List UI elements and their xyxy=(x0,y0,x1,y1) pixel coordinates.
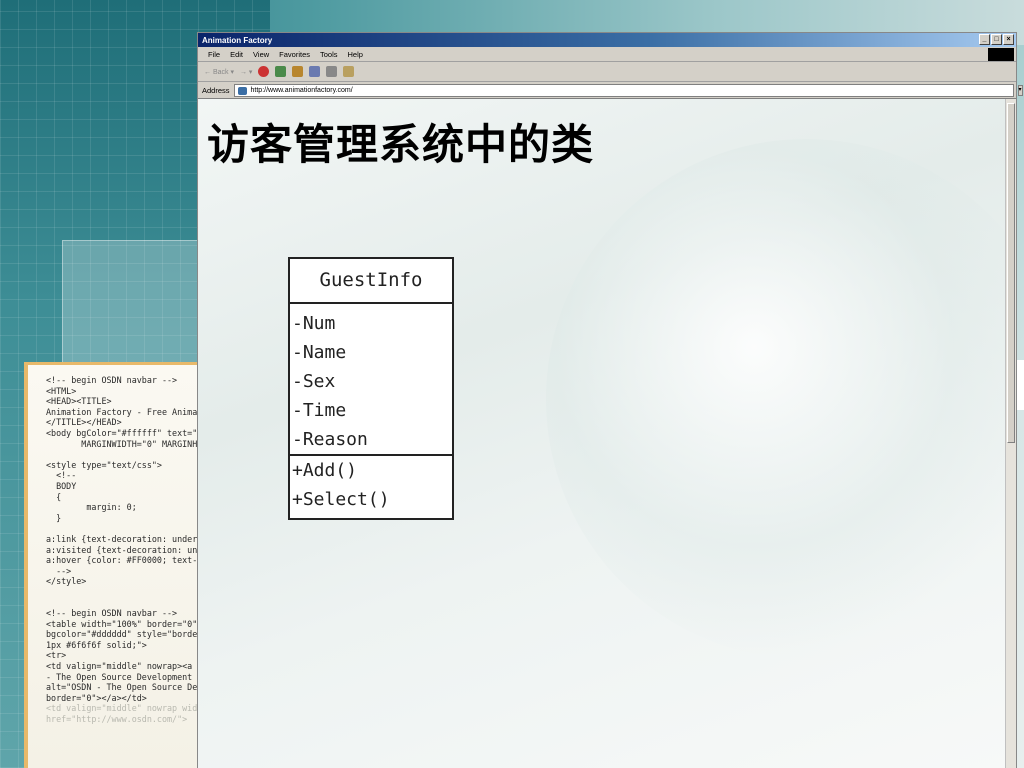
uml-attributes: -Num -Name -Sex -Time -Reason xyxy=(290,304,452,456)
menu-help[interactable]: Help xyxy=(348,50,363,59)
uml-attribute: -Time xyxy=(292,400,347,421)
menu-file[interactable]: File xyxy=(208,50,220,59)
mail-icon[interactable] xyxy=(343,66,355,77)
address-label: Address xyxy=(202,85,230,95)
menu-favorites[interactable]: Favorites xyxy=(279,50,310,59)
menu-view[interactable]: View xyxy=(253,50,269,59)
uml-operation: +Add() xyxy=(292,460,358,481)
uml-attribute: -Num xyxy=(292,313,336,334)
slide-title: 访客管理系统中的类 xyxy=(207,120,595,169)
toolbar: ← Back ▾ → ▾ xyxy=(198,62,1016,82)
back-label: Back xyxy=(212,68,229,76)
uml-operations: +Add() +Select() xyxy=(290,456,452,514)
vertical-scrollbar[interactable] xyxy=(1005,99,1016,768)
refresh-icon[interactable] xyxy=(275,66,287,77)
uml-attribute: -Sex xyxy=(292,371,336,392)
menu-bar: File Edit View Favorites Tools Help xyxy=(198,47,1016,62)
uml-attribute: -Reason xyxy=(292,429,368,450)
home-icon[interactable] xyxy=(292,66,304,77)
stop-icon[interactable] xyxy=(258,66,270,77)
scrollbar-thumb[interactable] xyxy=(1007,103,1015,443)
background-swirl xyxy=(546,139,1006,659)
address-bar: Address http://www.animationfactory.com/… xyxy=(198,82,1023,99)
maximize-button[interactable]: □ xyxy=(991,34,1002,45)
address-dropdown-icon[interactable]: ▾ xyxy=(1017,84,1023,96)
window-title: Animation Factory xyxy=(202,35,273,45)
back-button[interactable]: ← Back ▾ xyxy=(204,68,234,76)
forward-icon[interactable]: → ▾ xyxy=(240,68,252,76)
close-button[interactable]: × xyxy=(1003,34,1014,45)
menu-edit[interactable]: Edit xyxy=(230,50,243,59)
uml-operation: +Select() xyxy=(292,489,390,510)
uml-attribute: -Name xyxy=(292,342,347,363)
uml-class-name: GuestInfo xyxy=(290,259,452,304)
window-titlebar[interactable]: Animation Factory _ □ × xyxy=(198,33,1016,47)
uml-class-box: GuestInfo -Num -Name -Sex -Time -Reason … xyxy=(288,257,454,520)
address-input[interactable]: http://www.animationfactory.com/ xyxy=(233,83,1014,97)
minimize-button[interactable]: _ xyxy=(979,34,990,45)
background-strip xyxy=(1017,360,1024,410)
browser-logo-icon xyxy=(988,48,1014,61)
print-icon[interactable] xyxy=(326,66,338,77)
window-controls: _ □ × xyxy=(979,34,1014,45)
history-icon[interactable] xyxy=(309,66,321,77)
menu-tools[interactable]: Tools xyxy=(320,50,338,59)
